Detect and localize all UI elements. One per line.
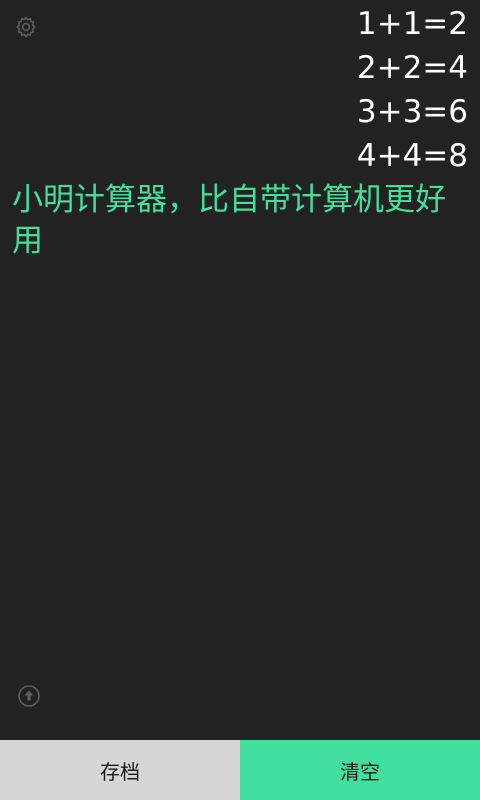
history-list: 1+1=2 2+2=4 3+3=6 4+4=8 — [357, 2, 468, 178]
share-button[interactable] — [17, 684, 41, 708]
save-button[interactable]: 存档 — [0, 740, 240, 800]
history-item[interactable]: 4+4=8 — [357, 134, 468, 178]
bottom-bar: 存档 清空 — [0, 740, 480, 800]
upload-arrow-icon — [18, 685, 40, 707]
gear-icon — [16, 16, 36, 38]
display-text: 小明计算器，比自带计算机更好用 — [12, 182, 446, 259]
history-item[interactable]: 1+1=2 — [357, 2, 468, 46]
history-item[interactable]: 3+3=6 — [357, 90, 468, 134]
history-item[interactable]: 2+2=4 — [357, 46, 468, 90]
settings-button[interactable] — [14, 15, 38, 39]
save-button-label: 存档 — [100, 759, 140, 784]
clear-button-label: 清空 — [340, 759, 380, 784]
clear-button[interactable]: 清空 — [240, 740, 480, 800]
